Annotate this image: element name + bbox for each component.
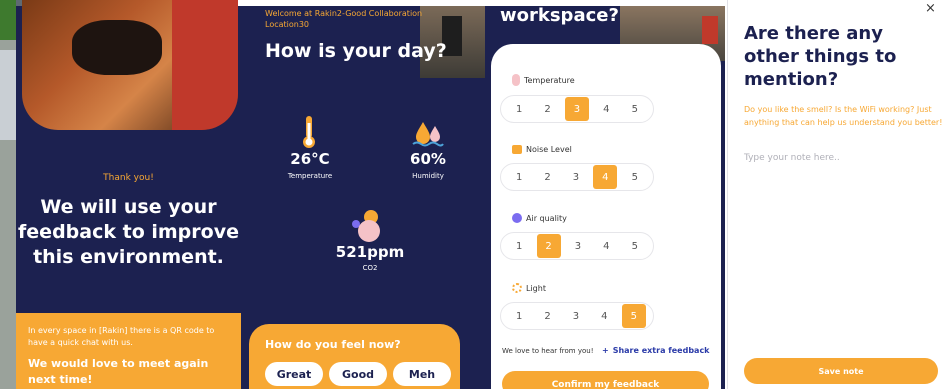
air-quality-rating: 1 2 3 4 5 bbox=[500, 232, 654, 260]
light-option-2[interactable]: 2 bbox=[537, 305, 559, 327]
note-textarea[interactable]: Type your note here.. bbox=[744, 153, 840, 163]
background-foliage bbox=[0, 0, 16, 40]
person-red-shirt bbox=[702, 16, 718, 44]
temperature-rating: 1 2 3 4 5 bbox=[500, 95, 654, 123]
note-hint: Do you like the smell? Is the WiFi worki… bbox=[744, 105, 943, 127]
great-button[interactable]: Great bbox=[265, 362, 323, 386]
temperature-option-1[interactable]: 1 bbox=[508, 98, 530, 120]
temperature-small-icon bbox=[512, 74, 520, 86]
noise-metric-label: Noise Level bbox=[512, 145, 572, 154]
air-quality-option-1[interactable]: 1 bbox=[508, 235, 530, 257]
temperature-option-5[interactable]: 5 bbox=[624, 98, 646, 120]
air-quality-option-3[interactable]: 3 bbox=[567, 235, 589, 257]
welcome-location: Welcome at Rakin2-Good Collaboration Loc… bbox=[265, 9, 423, 29]
dog-photo bbox=[22, 0, 238, 130]
plus-icon: + bbox=[602, 346, 609, 355]
noise-option-4[interactable]: 4 bbox=[593, 165, 618, 189]
sun-icon bbox=[512, 283, 522, 293]
good-button[interactable]: Good bbox=[329, 362, 387, 386]
meet-again-text: We would love to meet again next time! bbox=[28, 357, 209, 386]
humidity-label: Humidity bbox=[412, 172, 444, 180]
co2-bubbles-icon bbox=[350, 208, 386, 242]
thermometer-icon bbox=[296, 114, 322, 150]
dog-nose bbox=[72, 20, 162, 75]
co2-value: 521ppm bbox=[335, 243, 405, 261]
light-option-3[interactable]: 3 bbox=[565, 305, 587, 327]
noise-option-5[interactable]: 5 bbox=[624, 166, 646, 188]
background-window bbox=[0, 50, 16, 140]
noise-option-1[interactable]: 1 bbox=[508, 166, 530, 188]
greeting-title: How is your day? bbox=[265, 40, 447, 62]
noise-option-2[interactable]: 2 bbox=[537, 166, 559, 188]
meh-button[interactable]: Meh bbox=[393, 362, 451, 386]
mood-question: How do you feel now? bbox=[265, 338, 401, 351]
temperature-metric-label: Temperature bbox=[512, 74, 575, 86]
temperature-value: 26°C bbox=[290, 150, 330, 168]
humidity-icon bbox=[410, 118, 446, 150]
temperature-label: Temperature bbox=[287, 172, 333, 180]
air-quality-option-5[interactable]: 5 bbox=[624, 235, 646, 257]
co2-label: CO2 bbox=[362, 264, 378, 272]
workspace-title: workspace? bbox=[500, 5, 619, 26]
air-quality-metric-label: Air quality bbox=[512, 213, 567, 223]
temperature-option-4[interactable]: 4 bbox=[595, 98, 617, 120]
thank-you-text: Thank you! bbox=[103, 173, 154, 183]
save-note-button[interactable]: Save note bbox=[744, 358, 938, 384]
feedback-message: We will use your feedback to improve thi… bbox=[18, 196, 239, 268]
car-door bbox=[172, 0, 238, 130]
share-feedback-link[interactable]: + Share extra feedback bbox=[602, 346, 710, 355]
qr-info-text: In every space in [Rakin] there is a QR … bbox=[28, 326, 215, 347]
close-icon[interactable]: × bbox=[925, 1, 936, 16]
hear-from-you-text: We love to hear from you! bbox=[502, 347, 594, 355]
temperature-option-2[interactable]: 2 bbox=[537, 98, 559, 120]
mood-card: How do you feel now? Great Good Meh bbox=[249, 324, 460, 389]
light-rating: 1 2 3 4 5 bbox=[500, 302, 654, 330]
light-metric-label: Light bbox=[512, 283, 546, 293]
screen-collage: Thank you! We will use your feedback to … bbox=[0, 0, 951, 389]
noise-small-icon bbox=[512, 145, 522, 154]
light-option-1[interactable]: 1 bbox=[508, 305, 530, 327]
meet-again-box: In every space in [Rakin] there is a QR … bbox=[16, 313, 241, 389]
light-option-4[interactable]: 4 bbox=[593, 305, 615, 327]
noise-option-3[interactable]: 3 bbox=[565, 166, 587, 188]
air-quality-option-2[interactable]: 2 bbox=[536, 234, 561, 258]
note-title: Are there any other things to mention? bbox=[744, 23, 897, 90]
humidity-value: 60% bbox=[410, 150, 446, 168]
air-quality-small-icon bbox=[512, 213, 522, 223]
air-quality-option-4[interactable]: 4 bbox=[595, 235, 617, 257]
noise-rating: 1 2 3 4 5 bbox=[500, 163, 654, 191]
temperature-option-3[interactable]: 3 bbox=[564, 97, 589, 121]
light-option-5[interactable]: 5 bbox=[621, 304, 646, 328]
confirm-feedback-button[interactable]: Confirm my feedback bbox=[502, 371, 709, 389]
